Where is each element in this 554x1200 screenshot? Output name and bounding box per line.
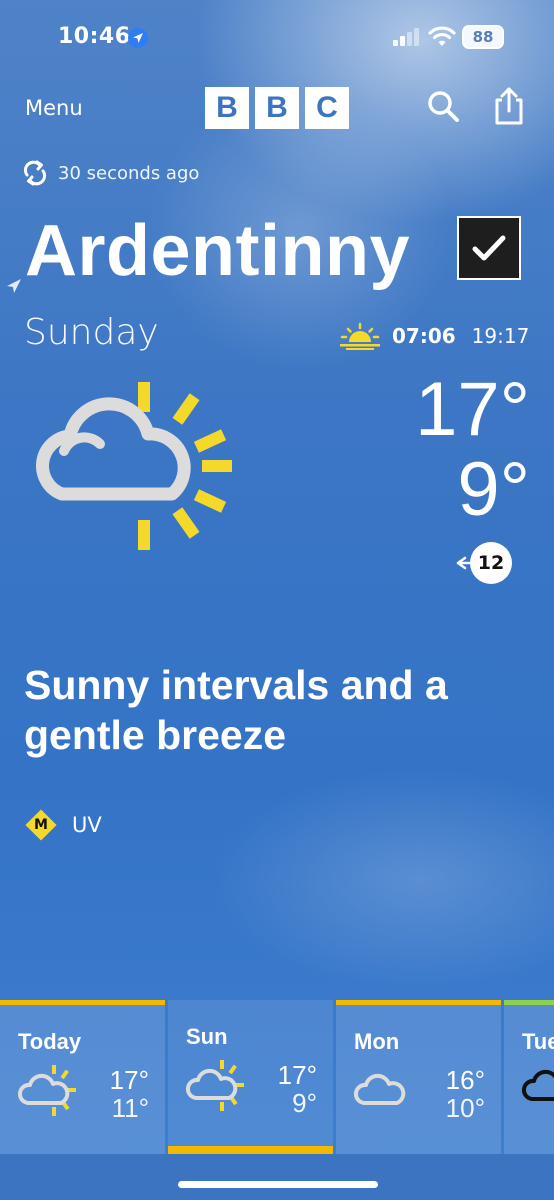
forecast-day-today[interactable]: Today 17° 11°	[0, 1000, 165, 1154]
battery-icon: 88	[462, 25, 504, 49]
forecast-day-label: Mon	[354, 1029, 400, 1054]
uv-badge: M	[25, 809, 57, 841]
location-arrow-icon	[128, 28, 148, 48]
forecast-day-label: Tue	[522, 1029, 554, 1054]
bottom-band	[0, 1154, 554, 1200]
refresh-icon	[23, 160, 47, 186]
temperature-low: 9°	[457, 447, 530, 532]
sunrise-time: 07:06	[392, 324, 456, 348]
wifi-icon	[428, 26, 456, 46]
uv-label: UV	[72, 813, 102, 837]
checkmark-icon	[472, 235, 506, 261]
forecast-day-tue[interactable]: Tue	[504, 1000, 554, 1154]
wind-direction-icon	[456, 556, 470, 570]
logo-letter: C	[305, 87, 349, 129]
temperature-high: 17°	[415, 367, 530, 452]
status-time: 10:46	[58, 24, 131, 49]
forecast-high: 17°	[277, 1060, 317, 1090]
forecast-low: 10°	[445, 1093, 485, 1123]
signal-icon	[393, 28, 419, 46]
share-icon[interactable]	[492, 86, 526, 126]
wind-indicator: 12	[456, 542, 512, 584]
sunny-intervals-icon	[36, 382, 232, 550]
forecast-low: 9°	[292, 1088, 317, 1118]
forecast-day-label: Sun	[186, 1024, 228, 1049]
bbc-logo[interactable]: B B C	[205, 87, 349, 129]
forecast-strip[interactable]: Today 17° 11° Sun 17° 9° Mon 16° 10° Tue	[0, 1000, 554, 1154]
weather-summary: Sunny intervals and a gentle breeze	[24, 662, 448, 758]
forecast-day-label: Today	[18, 1029, 82, 1054]
uv-indicator[interactable]: M UV	[25, 809, 102, 841]
search-icon[interactable]	[425, 88, 461, 124]
sun-times: 07:06 19:17	[338, 322, 529, 350]
save-location-checkbox[interactable]	[457, 216, 521, 280]
last-updated[interactable]: 30 seconds ago	[22, 160, 199, 186]
forecast-day-sun[interactable]: Sun 17° 9°	[168, 1000, 333, 1154]
uv-level: M	[34, 817, 48, 833]
selected-day-indicator	[168, 1146, 333, 1154]
forecast-high: 16°	[445, 1065, 485, 1095]
home-indicator[interactable]	[178, 1181, 378, 1188]
sunrise-icon	[340, 322, 380, 350]
day-name: Sunday	[24, 312, 159, 353]
forecast-day-mon[interactable]: Mon 16° 10°	[336, 1000, 501, 1154]
sunny-intervals-icon	[18, 1065, 76, 1116]
menu-button[interactable]: Menu	[25, 96, 83, 120]
last-updated-text: 30 seconds ago	[58, 162, 200, 184]
forecast-high: 17°	[109, 1065, 149, 1095]
logo-letter: B	[255, 87, 299, 129]
wind-speed: 12	[470, 542, 512, 584]
rain-cloud-icon	[522, 1069, 554, 1101]
forecast-low: 11°	[111, 1093, 149, 1123]
location-name: Ardentinny	[25, 211, 411, 291]
sunset-time: 19:17	[471, 324, 530, 348]
current-location-icon	[7, 279, 21, 293]
sunny-intervals-icon	[186, 1060, 244, 1111]
logo-letter: B	[205, 87, 249, 129]
cloud-icon	[354, 1073, 406, 1105]
